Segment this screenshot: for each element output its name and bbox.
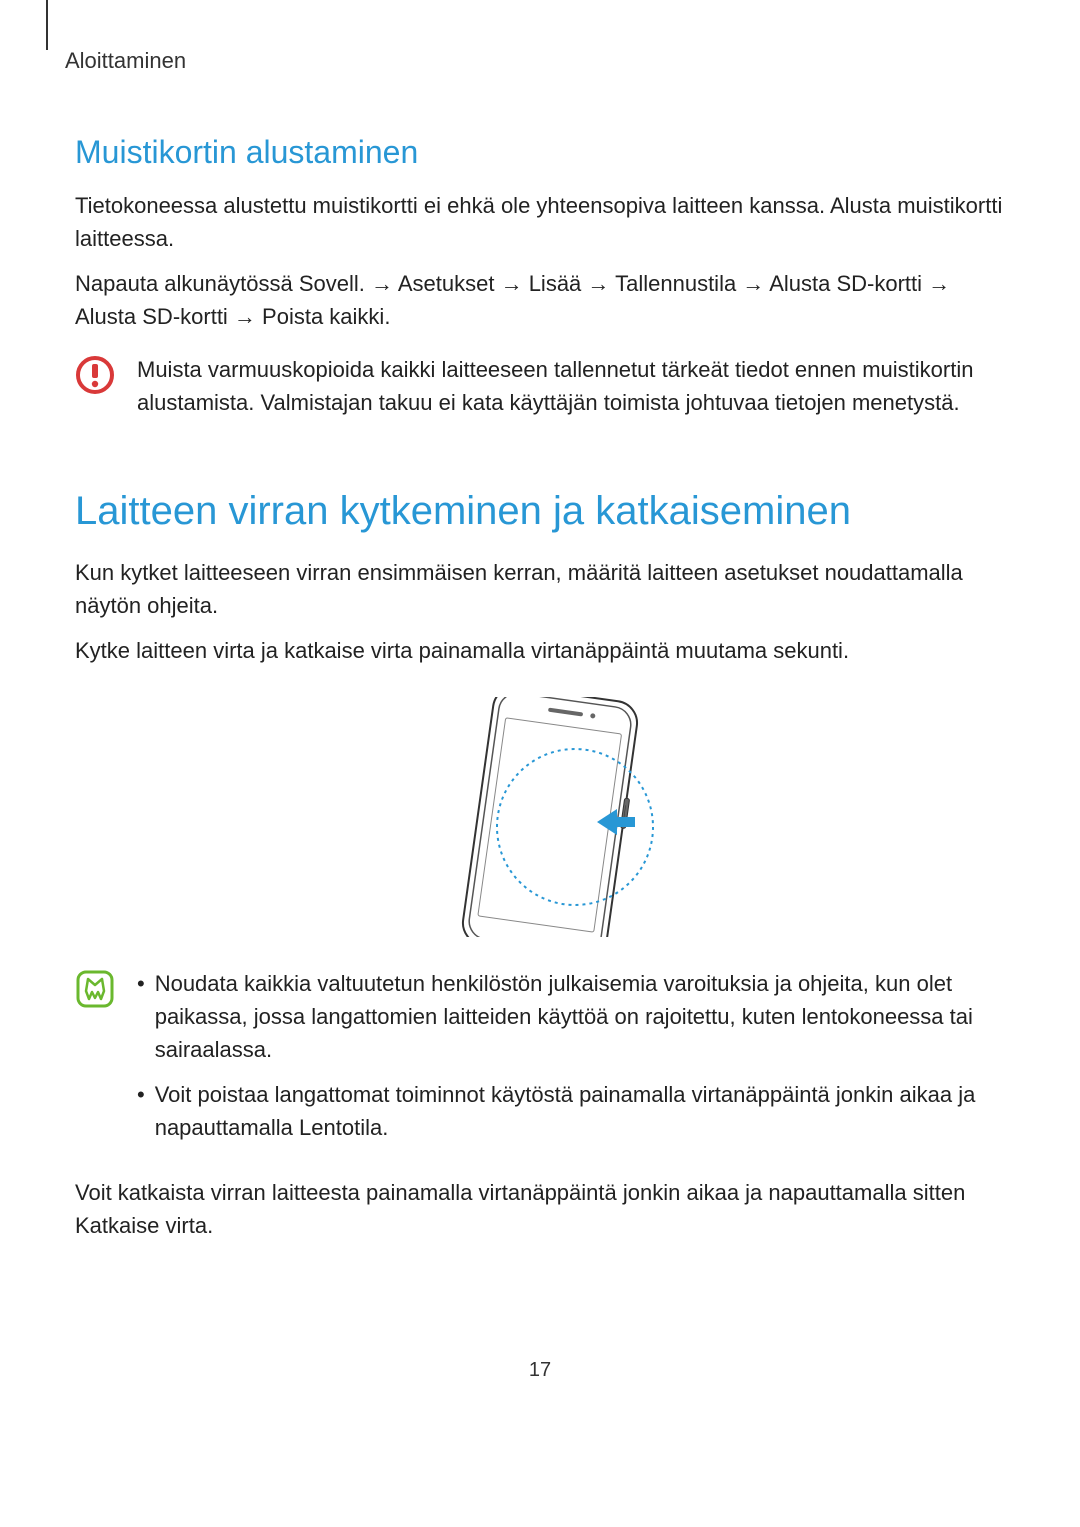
body-paragraph: Kun kytket laitteeseen virran ensimmäise…	[75, 556, 1005, 622]
warning-callout: Muista varmuuskopioida kaikki laitteesee…	[75, 353, 1005, 419]
phone-power-button-figure	[425, 697, 655, 937]
body-paragraph: Voit katkaista virran laitteesta painama…	[75, 1176, 1005, 1242]
bullet-marker: •	[137, 1078, 145, 1144]
note-bullet-item: • Noudata kaikkia valtuutetun henkilöstö…	[137, 967, 1005, 1066]
bullet-marker: •	[137, 967, 145, 1066]
nav-suffix: .	[384, 304, 390, 329]
note-icon	[75, 969, 115, 1009]
header-divider	[46, 0, 48, 50]
bullet-text: Voit poistaa langattomat toiminnot käytö…	[155, 1078, 1005, 1144]
note-bullet-list: • Noudata kaikkia valtuutetun henkilöstö…	[137, 967, 1005, 1144]
page-number: 17	[0, 1359, 1080, 1382]
nav-instructions: Napauta alkunäytössä Sovell. → Asetukset…	[75, 267, 1005, 333]
chapter-label: Aloittaminen	[65, 48, 1005, 74]
warning-text: Muista varmuuskopioida kaikki laitteesee…	[137, 353, 1005, 419]
para-action: Katkaise virta	[75, 1213, 207, 1238]
nav-prefix: Napauta alkunäytössä	[75, 271, 299, 296]
figure-container	[75, 697, 1005, 937]
section-heading-muistikortin: Muistikortin alustaminen	[75, 134, 1005, 171]
main-heading-laitteen-virran: Laitteen virran kytkeminen ja katkaisemi…	[75, 489, 1005, 534]
bullet-suffix: .	[382, 1115, 388, 1140]
para-prefix: Voit katkaista virran laitteesta painama…	[75, 1180, 965, 1205]
note-bullet-item: • Voit poistaa langattomat toiminnot käy…	[137, 1078, 1005, 1144]
page-content: Aloittaminen Muistikortin alustaminen Ti…	[0, 0, 1080, 1242]
body-paragraph: Tietokoneessa alustettu muistikortti ei …	[75, 189, 1005, 255]
note-callout: • Noudata kaikkia valtuutetun henkilöstö…	[75, 967, 1005, 1156]
bullet-prefix: Voit poistaa langattomat toiminnot käytö…	[155, 1082, 976, 1140]
bullet-text: Noudata kaikkia valtuutetun henkilöstön …	[155, 967, 1005, 1066]
bullet-action: Lentotila	[299, 1115, 382, 1140]
warning-icon	[75, 355, 115, 395]
body-paragraph: Kytke laitteen virta ja katkaise virta p…	[75, 634, 1005, 667]
note-content: • Noudata kaikkia valtuutetun henkilöstö…	[137, 967, 1005, 1156]
para-suffix: .	[207, 1213, 213, 1238]
